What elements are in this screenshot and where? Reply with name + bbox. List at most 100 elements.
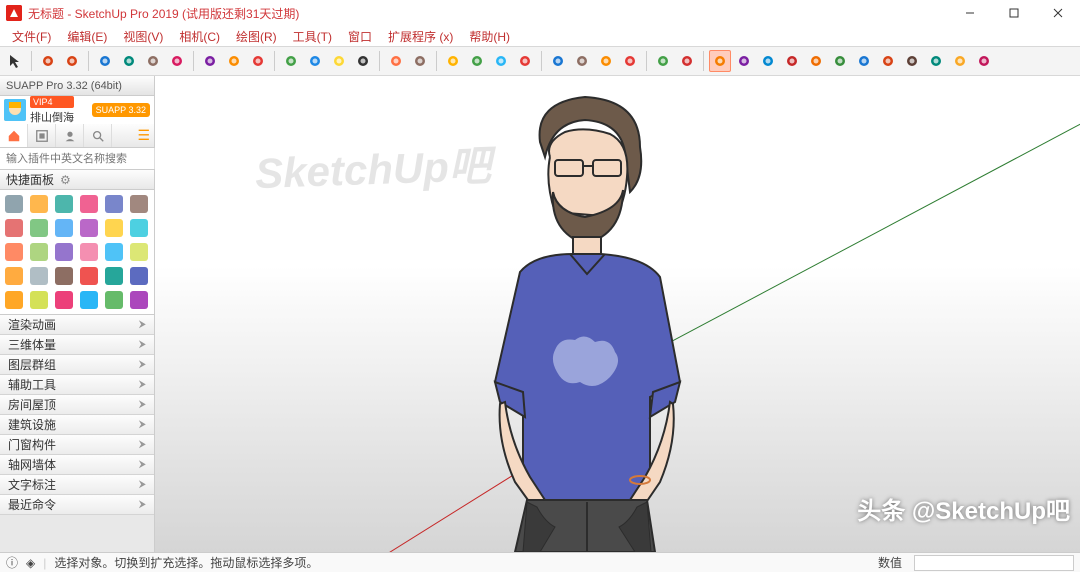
tab-plugins[interactable] [28, 124, 56, 147]
quick-icon-21[interactable] [78, 265, 100, 287]
quick-icon-5[interactable] [128, 193, 150, 215]
warehouse-tool[interactable] [547, 50, 569, 72]
suapp6-tool[interactable] [805, 50, 827, 72]
category-6[interactable]: 门窗构件⮞ [0, 435, 154, 455]
ext-warehouse-tool[interactable] [619, 50, 641, 72]
quick-icon-12[interactable] [3, 241, 25, 263]
quick-icon-16[interactable] [103, 241, 125, 263]
category-2[interactable]: 图层群组⮞ [0, 355, 154, 375]
select-tool[interactable] [4, 50, 26, 72]
suapp5-tool[interactable] [781, 50, 803, 72]
quick-icon-13[interactable] [28, 241, 50, 263]
quick-icon-20[interactable] [53, 265, 75, 287]
circle-tool[interactable] [166, 50, 188, 72]
move-tool[interactable] [247, 50, 269, 72]
panel-header[interactable]: SUAPP Pro 3.32 (64bit) [0, 76, 154, 96]
offset-tool[interactable] [223, 50, 245, 72]
scale-tool[interactable] [304, 50, 326, 72]
default-figure[interactable] [445, 82, 725, 552]
quick-icon-9[interactable] [78, 217, 100, 239]
viewport-3d[interactable]: SketchUp吧 [155, 76, 1080, 552]
menu-item-4[interactable]: 绘图(R) [230, 26, 283, 47]
category-1[interactable]: 三维体量⮞ [0, 335, 154, 355]
quick-icon-4[interactable] [103, 193, 125, 215]
rotate-tool[interactable] [280, 50, 302, 72]
quick-icon-3[interactable] [78, 193, 100, 215]
suapp7-tool[interactable] [829, 50, 851, 72]
suapp9-tool[interactable] [877, 50, 899, 72]
quick-icon-14[interactable] [53, 241, 75, 263]
quick-icon-26[interactable] [53, 289, 75, 311]
menu-item-0[interactable]: 文件(F) [6, 26, 57, 47]
push-tool[interactable] [199, 50, 221, 72]
quick-icon-18[interactable] [3, 265, 25, 287]
line-tool[interactable] [94, 50, 116, 72]
quick-icon-29[interactable] [128, 289, 150, 311]
category-8[interactable]: 文字标注⮞ [0, 475, 154, 495]
menu-item-1[interactable]: 编辑(E) [61, 26, 113, 47]
search-input[interactable] [0, 148, 154, 169]
measure-input[interactable] [914, 555, 1074, 571]
category-4[interactable]: 房间屋顶⮞ [0, 395, 154, 415]
menu-item-6[interactable]: 窗口 [342, 26, 378, 47]
quick-icon-10[interactable] [103, 217, 125, 239]
quick-icon-22[interactable] [103, 265, 125, 287]
avatar[interactable] [4, 99, 26, 121]
suapp4-tool[interactable] [757, 50, 779, 72]
quick-icon-8[interactable] [53, 217, 75, 239]
arc-tool[interactable] [118, 50, 140, 72]
suapp8-tool[interactable] [853, 50, 875, 72]
text-tool[interactable] [352, 50, 374, 72]
quick-icon-23[interactable] [128, 265, 150, 287]
quick-icon-24[interactable] [3, 289, 25, 311]
zoom-ext-tool[interactable] [490, 50, 512, 72]
quick-icon-25[interactable] [28, 289, 50, 311]
menu-icon[interactable]: ☰ [137, 127, 150, 144]
category-3[interactable]: 辅助工具⮞ [0, 375, 154, 395]
help-icon[interactable]: ⓘ [6, 554, 18, 571]
menu-item-7[interactable]: 扩展程序 (x) [382, 26, 459, 47]
geo-icon[interactable]: ◈ [26, 556, 35, 570]
quick-icon-19[interactable] [28, 265, 50, 287]
rectangle-tool[interactable] [142, 50, 164, 72]
quick-icon-15[interactable] [78, 241, 100, 263]
category-7[interactable]: 轴网墙体⮞ [0, 455, 154, 475]
menu-item-2[interactable]: 视图(V) [117, 26, 169, 47]
tape-tool[interactable] [328, 50, 350, 72]
pencil-tool[interactable] [61, 50, 83, 72]
menu-item-3[interactable]: 相机(C) [173, 26, 226, 47]
3d-tool[interactable] [514, 50, 536, 72]
quick-icon-17[interactable] [128, 241, 150, 263]
pan-tool[interactable] [442, 50, 464, 72]
tab-search[interactable] [84, 124, 112, 147]
orbit-tool[interactable] [409, 50, 431, 72]
outliner-tool[interactable] [595, 50, 617, 72]
gear-icon[interactable]: ⚙ [60, 173, 71, 187]
category-0[interactable]: 渲染动画⮞ [0, 315, 154, 335]
eraser-tool[interactable] [37, 50, 59, 72]
quick-icon-2[interactable] [53, 193, 75, 215]
layers-tool[interactable] [571, 50, 593, 72]
tab-user[interactable] [56, 124, 84, 147]
category-9[interactable]: 最近命令⮞ [0, 495, 154, 515]
suapp13-tool[interactable] [973, 50, 995, 72]
suapp1-tool[interactable] [676, 50, 698, 72]
tab-home[interactable] [0, 124, 28, 147]
quick-icon-7[interactable] [28, 217, 50, 239]
quick-icon-28[interactable] [103, 289, 125, 311]
suapp12-tool[interactable] [949, 50, 971, 72]
quick-icon-0[interactable] [3, 193, 25, 215]
category-5[interactable]: 建筑设施⮞ [0, 415, 154, 435]
suapp2-tool[interactable] [709, 50, 731, 72]
quick-icon-1[interactable] [28, 193, 50, 215]
menu-item-5[interactable]: 工具(T) [287, 26, 338, 47]
quick-icon-6[interactable] [3, 217, 25, 239]
suapp3-tool[interactable] [733, 50, 755, 72]
ruby-tool[interactable] [652, 50, 674, 72]
quick-icon-11[interactable] [128, 217, 150, 239]
close-button[interactable] [1036, 0, 1080, 26]
maximize-button[interactable] [992, 0, 1036, 26]
suapp11-tool[interactable] [925, 50, 947, 72]
paint-tool[interactable] [385, 50, 407, 72]
minimize-button[interactable] [948, 0, 992, 26]
